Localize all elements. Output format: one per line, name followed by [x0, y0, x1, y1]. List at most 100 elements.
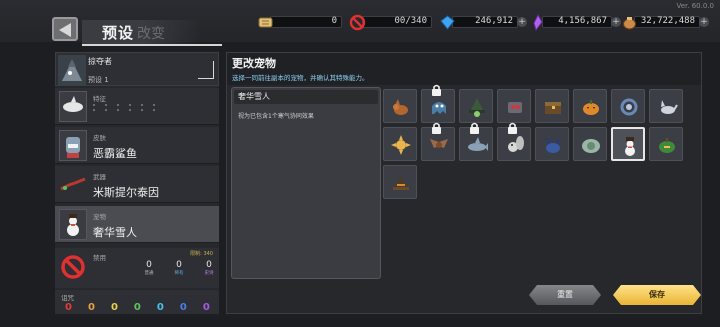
feature-thumb: [59, 91, 87, 122]
pet-detail-name: 奢华雪人: [234, 90, 378, 104]
witch-pet-icon: [469, 98, 485, 117]
pet-detail-card: 奢华雪人 视为已包含1个寒气协同效果: [231, 87, 381, 279]
turtle-pet-icon: [582, 139, 600, 153]
pet-slot[interactable]: [649, 127, 683, 161]
weapon-value: 米斯提尔泰因: [93, 186, 159, 199]
ban-cap: 限制: 340: [190, 251, 213, 257]
preset-panel: 掠夺者 预设 1 特征 皮肤 恶霸鲨鱼 武器 米斯提尔泰因 宠物 奢华雪人 禁用…: [55, 52, 244, 314]
pet-slot[interactable]: [649, 89, 683, 123]
currency-coin: 32,722,488 +: [623, 16, 709, 30]
pet-thumb: [59, 209, 87, 240]
mistilteinn-weapon-icon: [60, 177, 86, 191]
curse-label: 诅咒: [61, 294, 74, 302]
save-button[interactable]: 保存: [613, 285, 701, 305]
skin-label: 皮肤: [93, 134, 106, 142]
pet-slot[interactable]: [573, 89, 607, 123]
raider-name: 掠夺者: [88, 57, 112, 66]
raider-portrait: [58, 55, 86, 85]
shark-pet-icon: [468, 137, 488, 151]
lock-icon: [432, 122, 441, 134]
pet-slot[interactable]: [611, 127, 645, 161]
panel-title: 更改宠物: [232, 57, 276, 70]
pet-slot[interactable]: [459, 122, 493, 161]
lock-icon: [470, 122, 479, 134]
coin-count: 32,722,488: [640, 16, 695, 26]
pet-value: 奢华雪人: [93, 226, 137, 239]
coin-bag-icon: [623, 17, 636, 30]
feature-row[interactable]: 特征: [55, 88, 219, 125]
gem-count: 246,912: [475, 16, 513, 26]
snowman-pet-thumb-icon: [67, 214, 79, 236]
squirrel-pet-icon: [508, 136, 524, 152]
panel-header: 更改宠物 选择一同前往副本的宠物，并确认其特殊能力。: [227, 53, 701, 85]
curse-value: 0: [65, 302, 72, 313]
shark-feature-icon: [63, 96, 83, 112]
feature-label: 特征: [93, 95, 106, 103]
edit-corner-icon[interactable]: [198, 61, 214, 79]
wolf-pet-icon: [661, 100, 678, 114]
curse-value: 0: [110, 302, 118, 313]
witch-hat-pet-icon: [393, 175, 409, 190]
currency-scroll: 0: [258, 16, 342, 28]
pet-label: 宠物: [93, 213, 106, 221]
pet-slot[interactable]: [421, 122, 455, 161]
pet-slot[interactable]: [497, 89, 531, 123]
fox-pet-icon: [393, 99, 408, 115]
pet-slot[interactable]: [383, 165, 417, 199]
curse-values: 0 0 0 0 0 0 0 0: [65, 302, 233, 313]
pet-slot[interactable]: [497, 122, 531, 161]
curse-value: 0: [179, 302, 187, 313]
ban-row[interactable]: 禁用 限制: 340 0普通 0稀有 0史诗 0传说: [55, 248, 244, 288]
pet-slot[interactable]: [421, 84, 455, 123]
pet-slot[interactable]: [535, 127, 569, 161]
chest-pet-icon: [545, 102, 561, 114]
version-label: Ver. 60.0.0: [676, 2, 714, 10]
add-crystal-button[interactable]: +: [611, 17, 621, 27]
gem-icon: [440, 15, 455, 30]
curse-value: 0: [202, 302, 210, 313]
shark-raider-icon: [62, 59, 82, 81]
pet-slot[interactable]: [535, 89, 569, 123]
crystal-icon: [533, 14, 543, 31]
add-gem-button[interactable]: +: [517, 17, 527, 27]
feature-slots: [93, 104, 165, 111]
curse-row[interactable]: 诅咒 0 0 0 0 0 0 0 0: [55, 290, 233, 314]
skin-value: 恶霸鲨鱼: [93, 147, 137, 160]
ban-thumb: [59, 252, 87, 282]
skin-thumb: [59, 130, 87, 161]
title-underline: [82, 44, 222, 46]
back-button[interactable]: [52, 17, 78, 41]
pet-slot[interactable]: [383, 127, 417, 161]
ban-label: 禁用: [93, 254, 106, 262]
bully-shark-skin-icon: [66, 137, 80, 158]
currency-gem: 246,912 +: [440, 15, 527, 30]
crystal-count: 4,156,867: [558, 16, 607, 26]
lock-icon: [432, 84, 441, 96]
pet-slot[interactable]: [611, 89, 645, 123]
weapon-row[interactable]: 武器 米斯提尔泰因: [55, 166, 219, 203]
pet-slot[interactable]: [459, 89, 493, 123]
back-arrow-icon: [59, 23, 71, 37]
ban-stat-epic: 0 史诗: [204, 260, 214, 276]
reset-button[interactable]: 重置: [529, 285, 601, 305]
ban-stat-rare: 0 稀有: [174, 260, 184, 276]
pet-slot[interactable]: [383, 89, 417, 123]
skin-row[interactable]: 皮肤 恶霸鲨鱼: [55, 127, 219, 164]
add-coin-button[interactable]: +: [699, 17, 709, 27]
weapon-label: 武器: [93, 173, 106, 181]
green-pumpkin-pet-icon: [659, 138, 675, 153]
pet-detail-desc: 视为已包含1个寒气协同效果: [238, 113, 314, 120]
ring-pet-icon: [620, 98, 638, 116]
ban-large-icon: [61, 255, 85, 279]
curse-value: 0: [156, 302, 164, 313]
pet-row[interactable]: 宠物 奢华雪人: [55, 206, 219, 243]
pet-slot[interactable]: [573, 127, 607, 161]
scroll-icon: [258, 17, 273, 28]
bat-pet-icon: [430, 139, 448, 148]
panel-subtitle: 选择一同前往副本的宠物，并确认其特殊能力。: [232, 74, 369, 82]
raider-card[interactable]: 掠夺者 预设 1: [55, 52, 219, 86]
ban-icon: [349, 14, 366, 31]
dragon-pet-icon: [545, 137, 561, 153]
preset-label: 预设 1: [88, 76, 109, 84]
page-title-ghost: 改变: [137, 26, 165, 42]
